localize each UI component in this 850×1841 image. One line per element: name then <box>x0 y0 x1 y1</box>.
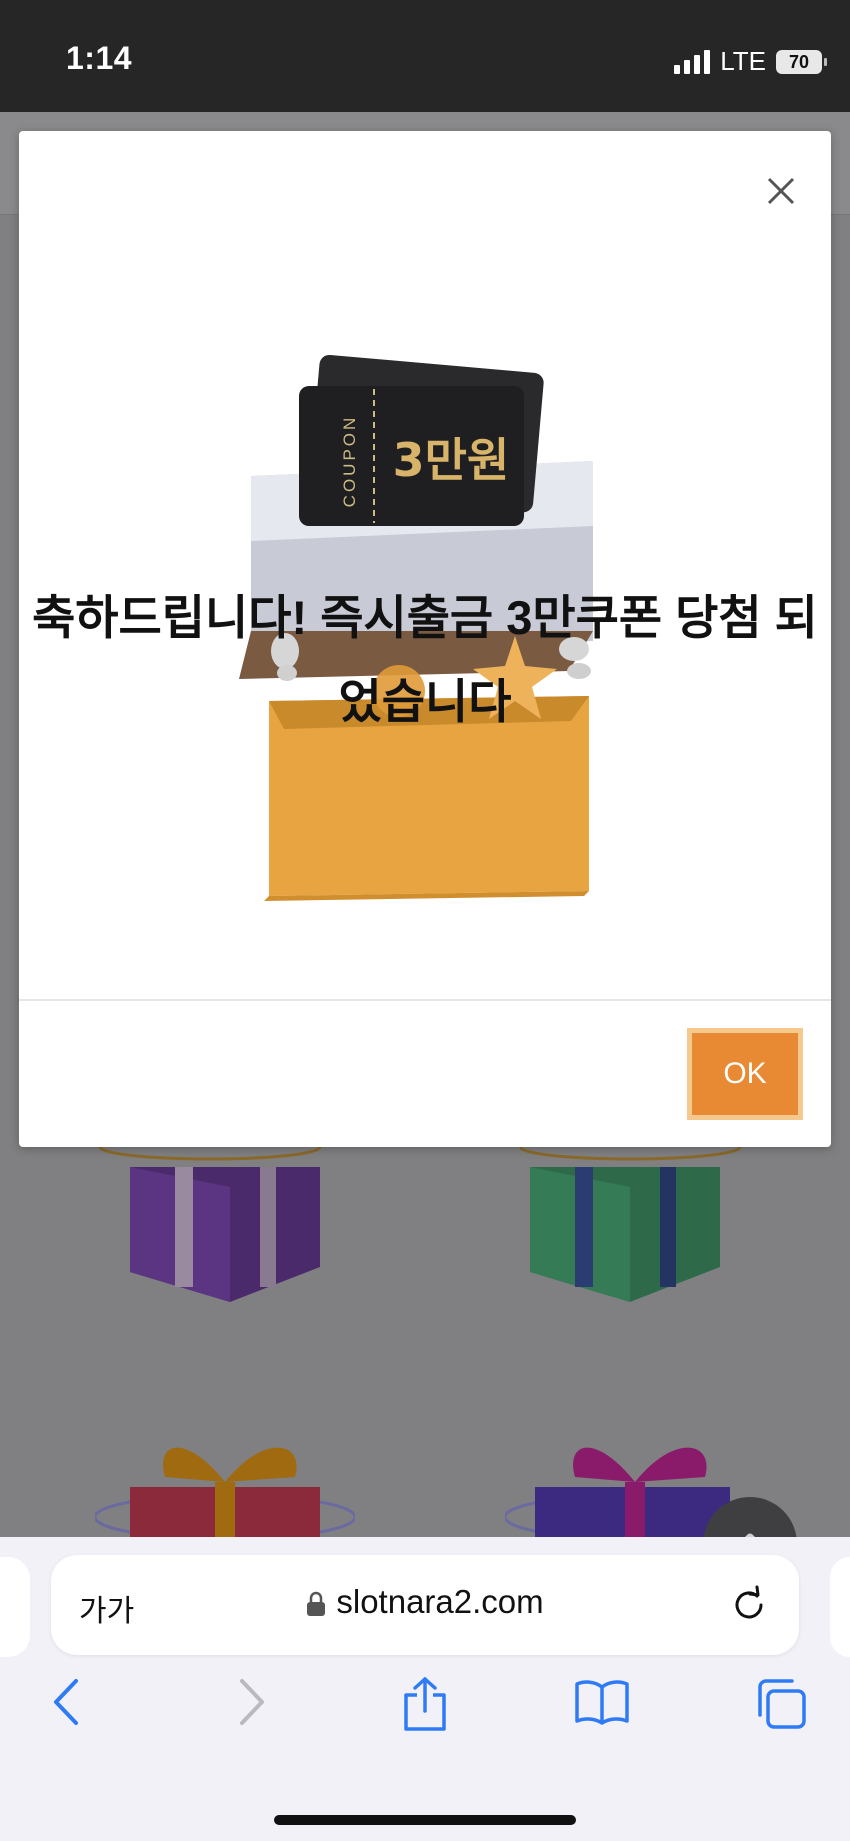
gift-box-purple-icon <box>98 1137 322 1302</box>
status-indicators: LTE 70 <box>674 46 827 77</box>
gift-box-red-icon <box>95 1447 355 1542</box>
close-button[interactable] <box>761 171 801 211</box>
coupon-modal: COUPON 3만원 축하드립니다! 즉시출금 3만쿠폰 당첨 되 었습니다 O… <box>19 131 831 1147</box>
reload-icon[interactable] <box>729 1585 769 1625</box>
status-time: 1:14 <box>66 40 133 76</box>
status-bar: 1:14 LTE 70 <box>0 0 850 112</box>
browser-toolbar <box>0 1677 850 1747</box>
congratulations-message: 축하드립니다! 즉시출금 3만쿠폰 당첨 되 었습니다 <box>19 576 831 744</box>
address-bar[interactable]: 가가 slotnara2.com <box>51 1555 799 1655</box>
message-line-1: 축하드립니다! 즉시출금 3만쿠폰 당첨 되 <box>32 591 818 644</box>
share-icon[interactable] <box>400 1677 450 1733</box>
browser-bottom-bar: 가가 slotnara2.com <box>0 1537 850 1841</box>
url-text: slotnara2.com <box>336 1583 544 1620</box>
coupon-amount: 3만원 <box>393 433 510 487</box>
back-icon[interactable] <box>48 1677 88 1727</box>
signal-icon <box>674 49 711 74</box>
home-indicator <box>274 1815 576 1825</box>
modal-body: COUPON 3만원 축하드립니다! 즉시출금 3만쿠폰 당첨 되 었습니다 <box>19 131 831 999</box>
next-tab-peek[interactable] <box>830 1557 850 1657</box>
forward-icon[interactable] <box>230 1677 270 1727</box>
gift-box-green-icon <box>520 1137 742 1302</box>
url-display[interactable]: slotnara2.com <box>51 1583 799 1621</box>
bookmarks-icon[interactable] <box>574 1677 630 1727</box>
message-line-2: 었습니다 <box>338 675 512 728</box>
coupon-side-label: COUPON <box>340 415 359 508</box>
previous-tab-peek[interactable] <box>0 1557 30 1657</box>
network-type: LTE <box>720 46 766 76</box>
lock-icon <box>307 1592 326 1617</box>
close-icon <box>767 177 795 205</box>
tabs-icon[interactable] <box>754 1677 808 1731</box>
ok-button[interactable]: OK <box>687 1028 803 1120</box>
battery-level: 70 <box>788 51 810 72</box>
modal-footer: OK <box>19 999 831 1149</box>
coupon-box-illustration: COUPON 3만원 <box>239 354 593 901</box>
battery-icon: 70 <box>776 49 827 74</box>
